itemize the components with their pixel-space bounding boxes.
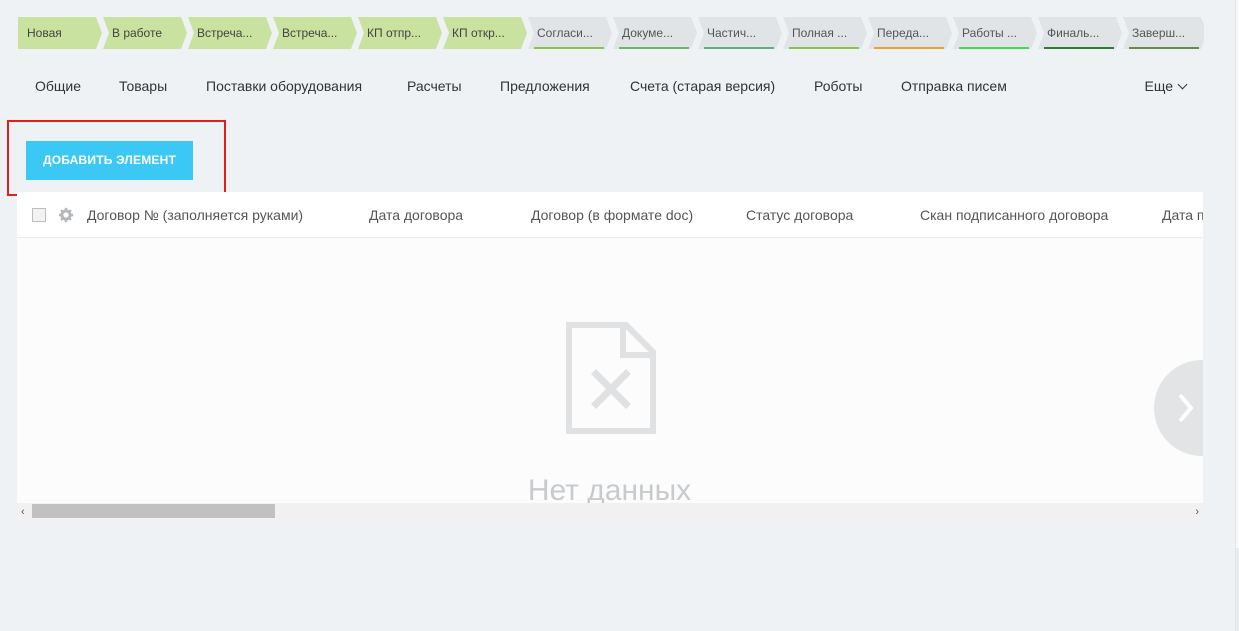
stage-8[interactable]: Докуме... [613,17,697,49]
stage-12[interactable]: Работы ... [953,17,1037,49]
stage-label: Согласи... [537,26,593,40]
grid-body-empty: Нет данных [17,238,1203,503]
stage-13[interactable]: Финаль... [1038,17,1122,49]
tab-offers[interactable]: Предложения [500,78,590,94]
stage-label: Новая [27,26,62,40]
stage-11[interactable]: Переда... [868,17,952,49]
stage-label: Финаль... [1047,26,1100,40]
stage-label: Работы ... [962,26,1018,40]
tab-products[interactable]: Товары [119,78,167,94]
tab-more[interactable]: Еще [1144,78,1188,94]
column-signed-scan[interactable]: Скан подписанного договора [920,207,1108,223]
tab-robots[interactable]: Роботы [814,78,862,94]
stage-label: Встреча... [197,26,253,40]
file-x-icon [566,322,656,434]
stage-3[interactable]: Встреча... [188,17,272,49]
tab-more-label: Еще [1144,78,1174,94]
stage-7[interactable]: Согласи... [528,17,612,49]
gear-icon[interactable] [58,207,74,223]
stage-9[interactable]: Частич... [698,17,782,49]
stage-label: КП отпр... [367,26,422,40]
stage-2[interactable]: В работе [103,17,187,49]
stage-label: Заверш... [1132,26,1186,40]
stage-label: В работе [112,26,163,40]
stage-label: Переда... [877,26,930,40]
stage-10[interactable]: Полная ... [783,17,867,49]
stage-color-bar [1044,47,1114,49]
column-date-truncated[interactable]: Дата п [1162,207,1203,223]
stage-color-bar [704,47,774,49]
stage-color-bar [619,47,689,49]
stage-color-bar [959,47,1029,49]
stage-pipeline: Новая В работе Встреча... Встреча... КП отпр… [18,17,1204,49]
column-contract-doc[interactable]: Договор (в формате doc) [531,207,693,223]
column-contract-number[interactable]: Договор № (заполняется руками) [87,207,303,223]
column-contract-date[interactable]: Дата договора [369,207,463,223]
empty-state-text: Нет данных [527,474,692,503]
column-contract-status[interactable]: Статус договора [746,207,853,223]
horizontal-scrollbar[interactable]: ‹ › [17,503,1203,519]
stage-4[interactable]: Встреча... [273,17,357,49]
chevron-down-icon [1177,79,1188,89]
data-grid: Договор № (заполняется руками) Дата дого… [17,192,1203,503]
grid-header: Договор № (заполняется руками) Дата дого… [17,192,1203,238]
stage-label: Полная ... [792,26,848,40]
stage-color-bar [1129,47,1199,49]
scroll-left-arrow-icon[interactable]: ‹ [21,506,25,518]
stage-color-bar [789,47,859,49]
tab-bar: Общие Товары Поставки оборудования Расче… [17,70,1203,106]
stage-label: КП откр... [452,26,505,40]
scrollbar-thumb[interactable] [32,504,275,518]
stage-1[interactable]: Новая [18,17,102,49]
stage-5[interactable]: КП отпр... [358,17,442,49]
chevron-right-icon [1178,393,1194,423]
tab-email-sending[interactable]: Отправка писем [901,78,1007,94]
select-all-checkbox[interactable] [32,208,46,222]
scroll-right-arrow-icon[interactable]: › [1195,506,1199,518]
stage-6[interactable]: КП откр... [443,17,527,49]
right-panel-edge [1235,0,1239,631]
stage-color-bar [534,47,604,49]
stage-label: Частич... [707,26,757,40]
tab-invoices-old[interactable]: Счета (старая версия) [630,78,775,94]
add-element-button[interactable]: ДОБАВИТЬ ЭЛЕМЕНТ [26,141,193,180]
stage-14[interactable]: Заверш... [1123,17,1204,49]
stage-label: Встреча... [282,26,338,40]
stage-color-bar [874,47,944,49]
tab-equipment-supplies[interactable]: Поставки оборудования [206,78,362,94]
tab-calculations[interactable]: Расчеты [407,78,462,94]
tab-general[interactable]: Общие [35,78,81,94]
stage-label: Докуме... [622,26,674,40]
scroll-right-button[interactable] [1154,360,1203,456]
